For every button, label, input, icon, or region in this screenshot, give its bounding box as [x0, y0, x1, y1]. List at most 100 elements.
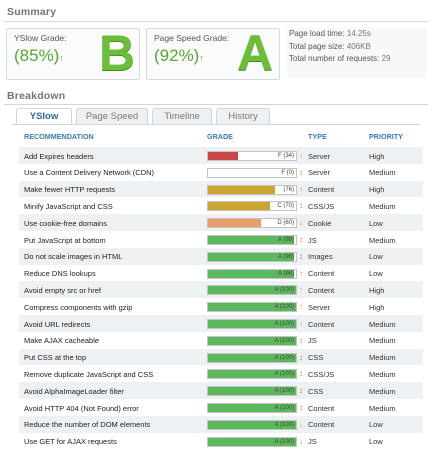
stat-load-time: Page load time: 14.25s [287, 28, 427, 41]
grade-bar: (76) [207, 184, 297, 195]
tab-yslow[interactable]: YSlow [16, 108, 72, 125]
table-row[interactable]: Minify JavaScript and CSS C (70) ↕ CSS/JS Me… [19, 197, 423, 214]
type-label: Content [308, 285, 335, 295]
col-priority[interactable]: PRIORITY [369, 132, 403, 141]
grade-bar: A (100) [207, 319, 297, 329]
priority-label: Low [369, 420, 383, 430]
yslow-grade-box: YSlow Grade: (85%)↑ B [6, 28, 140, 80]
grade-text: A (100) [274, 287, 294, 294]
grade-bar: A (100) [207, 419, 297, 430]
stat-label: Total page size: [289, 41, 345, 51]
grade-bar-fill [208, 202, 270, 211]
pagespeed-grade-percent: (92%)↑ [154, 46, 204, 66]
table-row[interactable]: Compress components with gzip A (100) ↑ Ser… [19, 298, 423, 315]
type-label: Content [308, 403, 335, 413]
yslow-grade-label: YSlow Grade: [14, 33, 67, 43]
grade-bar: A (100) [207, 302, 297, 313]
recommendation-label: Use cookie-free domains [24, 218, 107, 228]
priority-arrow-icon: ↕ [299, 201, 303, 211]
table-row[interactable]: Avoid empty src or href A (100) ↑ Content Hi… [19, 281, 423, 299]
summary-divider [4, 21, 428, 22]
recommendation-label: Avoid HTTP 404 (Not Found) error [24, 403, 139, 413]
summary-title: Summary [7, 6, 57, 18]
type-label: Content [308, 185, 335, 195]
table-row[interactable]: Reduce DNS lookups A (98) ↑ Content Low [19, 265, 423, 282]
tab-page-speed[interactable]: Page Speed [76, 108, 148, 124]
recommendation-label: Reduce the number of DOM elements [24, 420, 151, 430]
priority-arrow-icon: ↕ [299, 335, 303, 345]
tab-timeline[interactable]: Timeline [152, 108, 212, 124]
table-row[interactable]: Avoid AlphaImageLoader filter A (100) ↕ CSS… [19, 382, 423, 399]
col-recommendation[interactable]: RECOMMENDATION [24, 132, 94, 141]
type-label: CSS [308, 353, 324, 363]
grade-text: (76) [283, 186, 294, 193]
table-row[interactable]: Use a Content Delivery Network (CDN) F (0… [19, 164, 423, 181]
grade-text: D (60) [277, 220, 294, 227]
yslow-grade-letter: B [99, 25, 136, 81]
stat-page-size: Total page size: 406KB [287, 41, 427, 54]
grade-text: A (100) [274, 371, 294, 378]
priority-label: Low [369, 269, 383, 279]
type-label: CSS/JS [308, 201, 335, 211]
grade-bar: F (34) [207, 151, 297, 161]
priority-label: Low [369, 437, 383, 447]
grade-text: A (100) [274, 354, 294, 361]
recommendation-label: Add Expires headers [24, 151, 94, 161]
table-row[interactable]: Remove duplicate JavaScript and CSS A (10… [19, 365, 423, 382]
priority-label: Medium [369, 403, 396, 413]
trend-up-icon: ↑ [59, 53, 64, 63]
priority-arrow-icon: ↕ [299, 251, 303, 261]
pagespeed-grade-label: Page Speed Grade: [154, 33, 230, 43]
breakdown-title: Breakdown [7, 90, 66, 102]
priority-label: Medium [369, 336, 396, 346]
stat-value: 406KB [346, 41, 371, 51]
table-row[interactable]: Avoid HTTP 404 (Not Found) error A (100) ↕… [19, 399, 423, 416]
table-row[interactable]: Reduce the number of DOM elements A (100)… [19, 415, 423, 433]
grade-bar: C (70) [207, 201, 297, 212]
priority-label: Medium [369, 235, 396, 245]
breakdown-divider [4, 104, 428, 105]
grade-text: A (100) [274, 304, 294, 311]
table-row[interactable]: Use cookie-free domains D (60) ↓ Cookie Low [19, 214, 423, 231]
recommendation-label: Make fewer HTTP requests [24, 185, 116, 195]
tab-history[interactable]: History [216, 108, 270, 124]
table-row[interactable]: Make AJAX cacheable A (100) ↕ JS Medium [19, 332, 423, 349]
priority-label: High [369, 151, 385, 161]
col-type[interactable]: TYPE [308, 132, 327, 141]
type-label: Server [308, 168, 331, 178]
recommendation-label: Put JavaScript at bottom [24, 235, 106, 245]
priority-arrow-icon: ↑ [299, 319, 303, 328]
grade-bar-fill [208, 152, 238, 160]
priority-arrow-icon: ↕ [299, 235, 303, 244]
table-row[interactable]: Add Expires headers F (34) ↑ Server High [19, 147, 423, 164]
page-stats: Page load time: 14.25s Total page size: … [287, 28, 427, 78]
priority-arrow-icon: ↓ [299, 419, 303, 429]
table-row[interactable]: Avoid URL redirects A (100) ↑ Content Medium [19, 315, 423, 332]
grade-bar: A (100) [207, 352, 297, 363]
priority-arrow-icon: ↕ [299, 403, 303, 412]
priority-arrow-icon: ↑ [299, 285, 303, 295]
priority-arrow-icon: ↑ [299, 302, 303, 312]
stat-value: 29 [381, 54, 391, 63]
table-row[interactable]: Make fewer HTTP requests (76) ↑ Content High [19, 180, 423, 198]
grade-bar: A (98) [207, 251, 297, 262]
type-label: JS [308, 235, 317, 245]
priority-arrow-icon: ↓ [299, 218, 303, 228]
table-row[interactable]: Use GET for AJAX requests A (100) ↓ JS Low [19, 433, 423, 450]
priority-label: High [369, 185, 385, 195]
grade-bar: A (100) [207, 436, 297, 447]
grade-bar: F (0) [207, 167, 297, 178]
priority-label: Medium [369, 386, 396, 396]
col-grade[interactable]: GRADE [207, 132, 233, 141]
recommendation-label: Do not scale images in HTML [24, 252, 123, 262]
table-row[interactable]: Put CSS at the top A (100) ↕ CSS Medium [19, 348, 423, 366]
yslow-grade-percent: (85%)↑ [14, 46, 64, 66]
type-label: Images [308, 252, 333, 262]
type-label: JS [308, 336, 317, 346]
table-row[interactable]: Do not scale images in HTML A (98) ↕ Images… [19, 247, 423, 265]
recommendation-label: Remove duplicate JavaScript and CSS [24, 369, 154, 379]
grade-bar: A (100) [207, 285, 297, 296]
type-label: CSS [308, 386, 324, 396]
priority-label: Medium [369, 353, 396, 363]
table-row[interactable]: Put JavaScript at bottom A (98) ↕ JS Medium [19, 231, 423, 248]
